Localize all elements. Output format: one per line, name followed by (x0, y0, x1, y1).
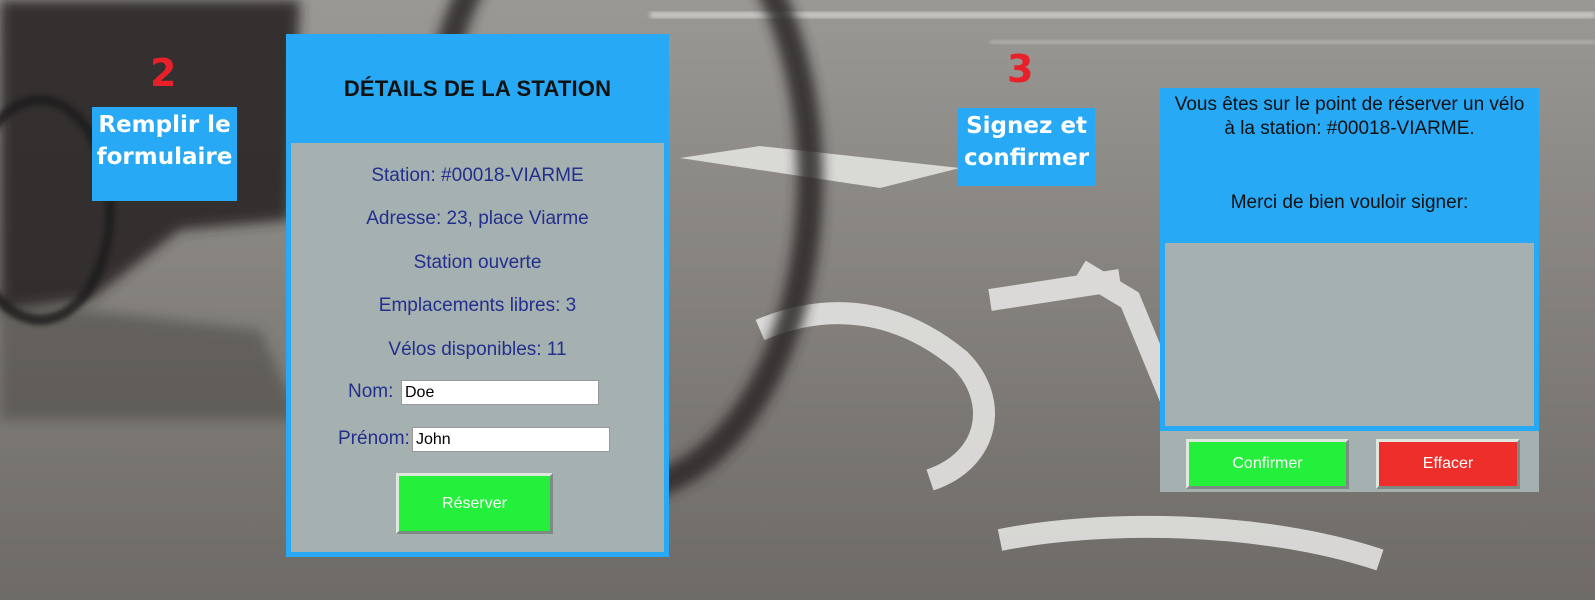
bikes-available: Vélos disponibles: 11 (388, 339, 567, 360)
reservation-message-line2: à la station: #00018-VIARME. (1224, 118, 1475, 139)
station-details-body: Station: #00018-VIARME Adresse: 23, plac… (291, 143, 664, 552)
station-id: Station: #00018-VIARME (371, 165, 584, 186)
confirm-button[interactable]: Confirmer (1186, 439, 1349, 489)
step-label-sign-confirm: Signez et confirmer (958, 108, 1095, 186)
last-name-input[interactable] (401, 380, 599, 405)
step-label-line: Signez et (966, 113, 1087, 139)
station-details-title: DÉTAILS DE LA STATION (343, 75, 612, 101)
first-name-input[interactable] (412, 427, 610, 452)
step-label-fill-form: Remplir le formulaire (92, 107, 237, 201)
step-number-3: 3 (1007, 47, 1034, 91)
step-label-line: confirmer (963, 145, 1090, 171)
last-name-label: Nom: (348, 381, 394, 402)
sign-prompt: Merci de bien vouloir signer: (1230, 192, 1469, 213)
step-label-line: formulaire (96, 144, 233, 170)
free-slots: Emplacements libres: 3 (378, 295, 577, 316)
step-label-line: Remplir le (98, 112, 231, 138)
step-number-2: 2 (150, 51, 177, 95)
station-address: Adresse: 23, place Viarme (366, 208, 589, 229)
signature-actions: Confirmer Effacer (1160, 431, 1539, 492)
reservation-message-line1: Vous êtes sur le point de réserver un vé… (1174, 94, 1525, 115)
signature-canvas[interactable] (1165, 243, 1534, 426)
reserve-button[interactable]: Réserver (396, 473, 553, 534)
first-name-label: Prénom: (338, 428, 410, 449)
station-status: Station ouverte (413, 252, 542, 273)
signature-panel: Vous êtes sur le point de réserver un vé… (1160, 88, 1539, 492)
signature-panel-header: Vous êtes sur le point de réserver un vé… (1160, 88, 1539, 431)
station-details-panel: DÉTAILS DE LA STATION Station: #00018-VI… (286, 34, 669, 557)
clear-button[interactable]: Effacer (1376, 439, 1520, 489)
